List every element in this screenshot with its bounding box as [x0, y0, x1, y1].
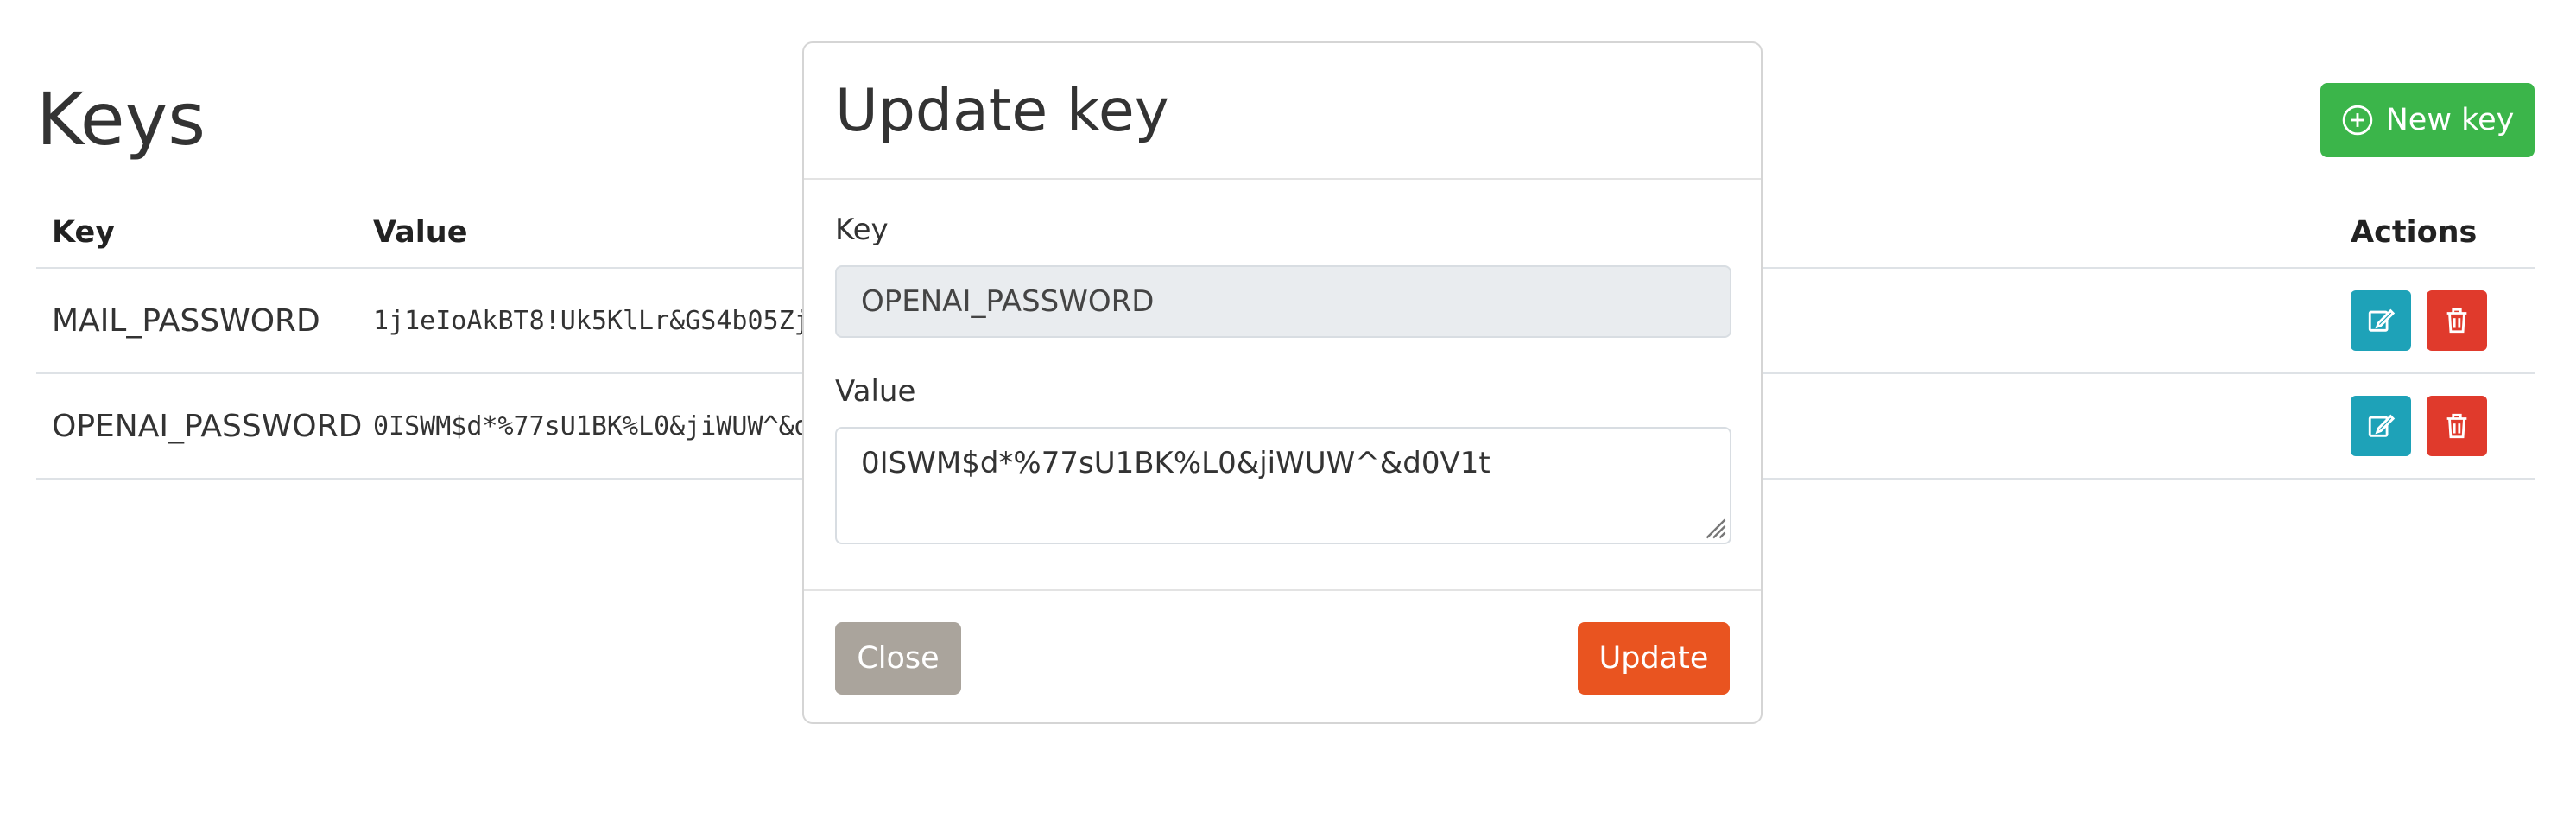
update-button[interactable]: Update: [1578, 622, 1730, 695]
row-key: MAIL_PASSWORD: [52, 302, 320, 339]
modal-title: Update key: [835, 76, 1169, 145]
row-value: 1j1eIoAkBT8!Uk5KlLr&GS4b05Zj4: [373, 305, 826, 336]
trash-icon: [2446, 308, 2467, 334]
delete-button[interactable]: [2427, 290, 2487, 351]
trash-icon: [2446, 413, 2467, 439]
modal-body: Key OPENAI_PASSWORD Value 0ISWM$d*%77sU1…: [804, 180, 1761, 591]
row-actions: [2351, 269, 2487, 372]
modal-footer: Close Update: [804, 591, 1761, 722]
page-title: Keys: [36, 77, 206, 162]
value-textarea[interactable]: 0ISWM$d*%77sU1BK%L0&jiWUW^&d0V1t: [835, 426, 1731, 544]
key-label: Key: [835, 213, 889, 247]
value-label: Value: [835, 373, 916, 409]
column-header-key: Key: [52, 214, 116, 250]
row-actions: [2351, 374, 2487, 478]
delete-button[interactable]: [2427, 396, 2487, 456]
key-field: OPENAI_PASSWORD: [835, 264, 1731, 338]
edit-icon: [2368, 308, 2396, 332]
edit-button[interactable]: [2351, 396, 2411, 456]
column-header-actions: Actions: [2351, 214, 2478, 250]
plus-circle-icon: [2342, 105, 2372, 136]
edit-icon: [2368, 414, 2396, 437]
new-key-label: New key: [2385, 103, 2515, 137]
row-key: OPENAI_PASSWORD: [52, 408, 363, 444]
close-button[interactable]: Close: [835, 622, 961, 695]
new-key-button[interactable]: New key: [2320, 83, 2535, 157]
edit-button[interactable]: [2351, 290, 2411, 351]
column-header-value: Value: [373, 214, 468, 250]
resize-handle-icon[interactable]: [1700, 513, 1726, 539]
update-key-modal: Update key Key OPENAI_PASSWORD Value 0IS…: [802, 41, 1763, 724]
row-value: 0ISWM$d*%77sU1BK%L0&jiWUW^&d0: [373, 410, 826, 442]
value-text: 0ISWM$d*%77sU1BK%L0&jiWUW^&d0V1t: [861, 445, 1491, 480]
modal-header: Update key: [804, 43, 1761, 180]
